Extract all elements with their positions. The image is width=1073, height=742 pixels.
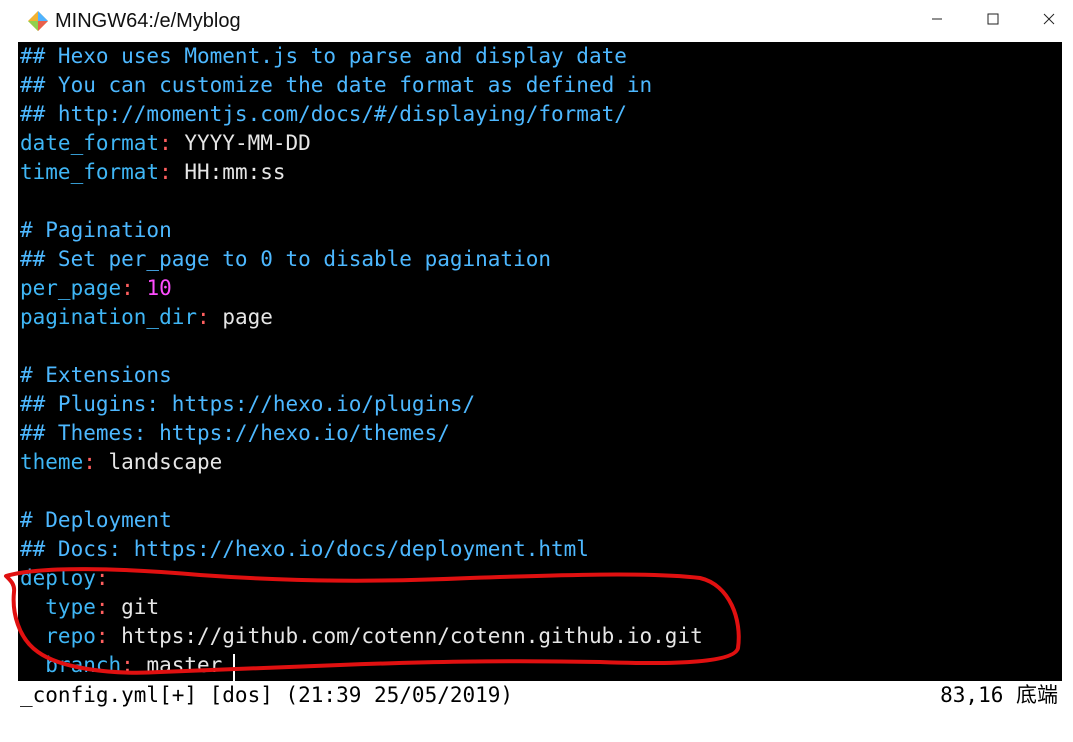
editor-token-key: time_format — [20, 160, 160, 184]
editor-line: # Deployment — [20, 506, 703, 535]
editor-token-comment: ## Plugins: https://hexo.io/plugins/ — [20, 392, 476, 416]
editor-line: ## http://momentjs.com/docs/#/displaying… — [20, 100, 703, 129]
editor-token-comment: ## You can customize the date format as … — [20, 73, 653, 97]
editor-token-key: type — [20, 595, 96, 619]
maximize-icon — [987, 12, 999, 30]
editor-line: # Pagination — [20, 216, 703, 245]
editor-token-comment: ## Set per_page to 0 to disable paginati… — [20, 247, 552, 271]
mingw-app-icon — [27, 10, 49, 32]
editor-token-comment: # Pagination — [20, 218, 172, 242]
editor-token-key: branch — [20, 653, 122, 677]
editor-token-key: pagination_dir — [20, 305, 198, 329]
editor-token-number: 10 — [146, 276, 172, 300]
editor-token-value: landscape — [108, 450, 223, 474]
window-title: MINGW64:/e/Myblog — [55, 10, 241, 32]
editor-line: ## Set per_page to 0 to disable paginati… — [20, 245, 703, 274]
text-cursor — [233, 654, 235, 681]
minimize-button[interactable] — [910, 0, 964, 42]
editor-token-punct: : — [95, 595, 122, 619]
editor-line: ## Plugins: https://hexo.io/plugins/ — [20, 390, 703, 419]
editor-line: # Extensions — [20, 361, 703, 390]
editor-line: repo: https://github.com/cotenn/cotenn.g… — [20, 622, 703, 651]
status-cursor-position: 83,16 底端 — [940, 683, 1058, 707]
editor-token-punct: : — [95, 624, 122, 648]
editor-token-value: https://github.com/cotenn/cotenn.github.… — [121, 624, 703, 648]
editor-line: theme: landscape — [20, 448, 703, 477]
editor-token-value: master — [146, 653, 223, 677]
window-frame-left — [0, 42, 18, 742]
editor-token-key: date_format — [20, 131, 160, 155]
editor-line: date_format: YYYY-MM-DD — [20, 129, 703, 158]
editor-token-key: repo — [20, 624, 96, 648]
editor-line: ## Themes: https://hexo.io/themes/ — [20, 419, 703, 448]
editor-token-punct: : — [121, 276, 147, 300]
editor-token-punct: : — [159, 160, 185, 184]
editor-line: ## You can customize the date format as … — [20, 71, 703, 100]
editor-token-punct: : — [121, 653, 147, 677]
editor-token-key: per_page — [20, 276, 122, 300]
command-line-area[interactable] — [18, 709, 1062, 742]
vim-status-line: _config.yml[+] [dos] (21:39 25/05/2019) … — [18, 681, 1062, 709]
editor-token-key: theme — [20, 450, 84, 474]
editor-token-punct: : — [197, 305, 223, 329]
editor-token-comment: ## http://momentjs.com/docs/#/displaying… — [20, 102, 627, 126]
editor-line: deploy: — [20, 564, 703, 593]
editor-line: ## Hexo uses Moment.js to parse and disp… — [20, 42, 703, 71]
editor-token-punct: : — [159, 131, 185, 155]
editor-token-key: deploy — [20, 566, 96, 590]
editor-line: pagination_dir: page — [20, 303, 703, 332]
close-button[interactable] — [1022, 0, 1073, 42]
editor-line: type: git — [20, 593, 703, 622]
editor-lines: ## Hexo uses Moment.js to parse and disp… — [20, 42, 703, 680]
editor-token-comment: # Deployment — [20, 508, 172, 532]
editor-token-value: HH:mm:ss — [184, 160, 286, 184]
editor-line: ## Docs: https://hexo.io/docs/deployment… — [20, 535, 703, 564]
editor-token-comment: # Extensions — [20, 363, 172, 387]
editor-line: branch: master — [20, 651, 703, 680]
editor-line: per_page: 10 — [20, 274, 703, 303]
terminal-window: MINGW64:/e/Myblog ## Hexo uses Moment.js… — [0, 0, 1073, 742]
editor-token-punct: : — [83, 450, 109, 474]
editor-token-punct: : — [95, 566, 109, 590]
editor-token-value: YYYY-MM-DD — [184, 131, 311, 155]
editor-token-comment: ## Docs: https://hexo.io/docs/deployment… — [20, 537, 589, 561]
editor-token-value: page — [222, 305, 273, 329]
editor-token-comment: ## Hexo uses Moment.js to parse and disp… — [20, 44, 627, 68]
minimize-icon — [931, 12, 943, 30]
title-bar[interactable]: MINGW64:/e/Myblog — [0, 0, 1073, 42]
editor-token-value: git — [121, 595, 160, 619]
maximize-button[interactable] — [966, 0, 1020, 42]
window-frame-right — [1062, 42, 1073, 742]
editor-line: time_format: HH:mm:ss — [20, 158, 703, 187]
editor-token-comment: ## Themes: https://hexo.io/themes/ — [20, 421, 450, 445]
vim-editor-buffer[interactable]: ## Hexo uses Moment.js to parse and disp… — [18, 42, 1062, 681]
close-icon — [1043, 12, 1055, 30]
status-file-info: _config.yml[+] [dos] (21:39 25/05/2019) — [20, 683, 514, 707]
